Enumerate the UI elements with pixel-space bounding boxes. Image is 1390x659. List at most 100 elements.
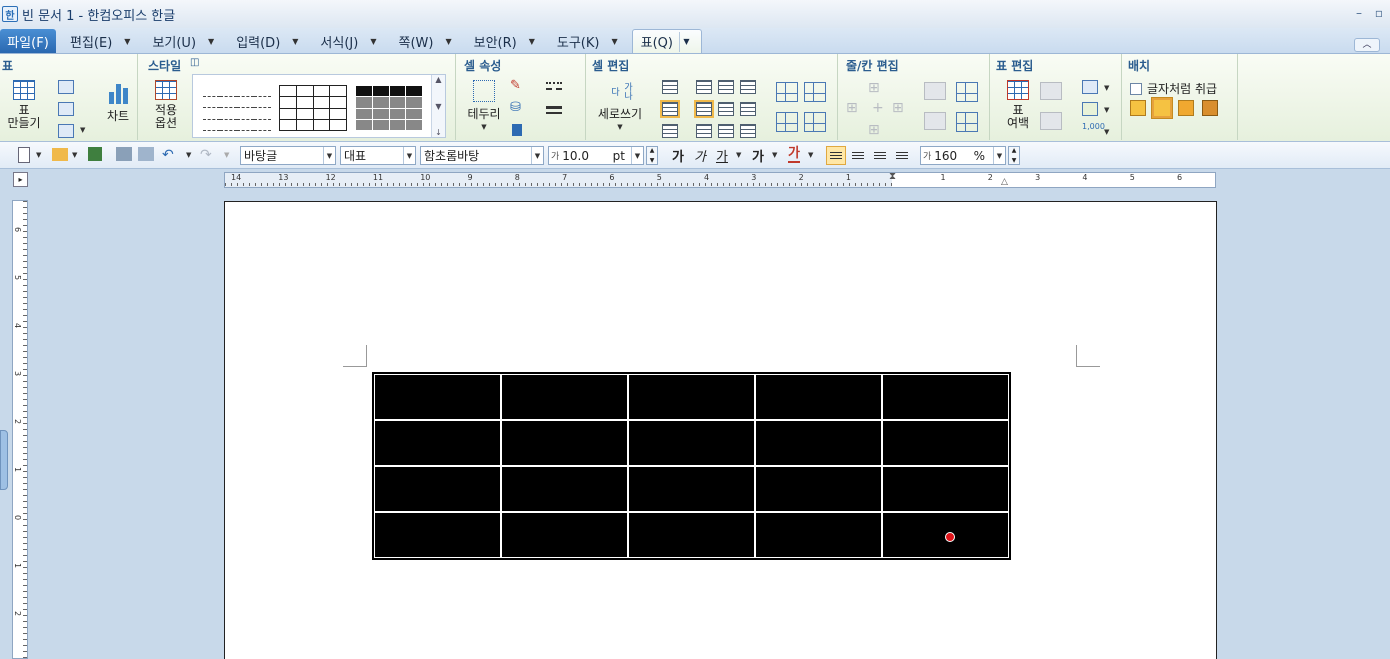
font-select[interactable]: 함초롬바탕 ▼ [420,146,544,165]
line-spacing-spinner[interactable]: ▲ ▼ [1008,146,1020,165]
split-cells-icon[interactable] [804,82,826,102]
menu-insert[interactable]: 입력(D) ▼ [222,29,306,53]
print-preview-icon[interactable] [138,147,154,161]
table-cell[interactable] [628,374,755,420]
wrap-tight-icon[interactable] [1151,97,1173,119]
ruler-tab-selector[interactable]: ▸ [13,172,28,187]
fill-bucket-icon[interactable]: ⛁ [510,100,521,115]
undo-icon[interactable]: ↶ [162,147,174,163]
align-left-icon[interactable] [852,150,864,161]
align-bottom-center-icon[interactable] [718,124,734,138]
table-cell[interactable] [882,420,1009,466]
calc-icon[interactable] [1082,102,1098,116]
table-cell[interactable] [755,466,882,512]
align-bottom-right-icon[interactable] [740,124,756,138]
minimize-icon[interactable]: – [1352,6,1366,20]
border-button[interactable]: 테두리 ▼ [464,80,504,134]
chevron-down-icon[interactable]: ▼ [736,151,741,159]
wrap-front-icon[interactable] [1202,100,1218,116]
split-table-icon[interactable] [956,82,978,102]
horizontal-ruler[interactable]: 14 13 12 11 10 9 8 7 6 5 4 3 2 1 1 2 3 4 5 6 ⧗ △ [224,171,1216,188]
table-cell[interactable] [755,374,882,420]
style-preview-dark[interactable] [355,84,423,132]
dialog-launcher-icon[interactable]: ◫ [190,57,199,68]
menu-file[interactable]: 파일(F) [0,29,56,53]
menu-format[interactable]: 서식(J) ▼ [306,29,384,53]
vertical-ruler[interactable]: 6 5 4 3 2 1 0 1 2 [12,200,28,659]
chevron-down-icon[interactable]: ▼ [435,102,441,111]
table-cell[interactable] [501,466,628,512]
table-cell[interactable] [755,420,882,466]
chevron-down-icon[interactable]: ▼ [808,151,813,159]
gallery-scrollbar[interactable]: ▲ ▼ ↓ [431,75,445,137]
wrap-square-icon[interactable] [1130,100,1146,116]
new-document-icon[interactable] [18,147,30,163]
table-cell[interactable] [374,512,501,558]
equal-height-icon[interactable] [776,112,798,132]
cell-shade-icon[interactable] [512,124,522,136]
ribbon-collapse-button[interactable]: ︿ [1354,38,1380,52]
menu-tools[interactable]: 도구(K) ▼ [543,29,626,53]
chevron-up-icon[interactable]: ▲ [650,147,655,154]
chart-button[interactable]: 차트 [100,82,136,123]
language-select[interactable]: 대표 ▼ [340,146,416,165]
font-size-spinner[interactable]: ▲ ▼ [646,146,658,165]
justify-button[interactable] [826,146,846,165]
print-icon[interactable] [116,147,132,161]
underline-button[interactable]: 가 [716,146,728,165]
align-top-center-icon[interactable] [718,80,734,94]
chevron-down-icon[interactable]: ▼ [80,126,85,134]
chevron-up-icon[interactable]: ▲ [435,75,441,84]
chevron-down-icon[interactable]: ▼ [1104,106,1109,114]
table-cell[interactable] [374,374,501,420]
line-style-icon[interactable] [546,82,562,90]
document-table[interactable] [372,372,1011,560]
number-format-icon[interactable]: 1,000 [1082,122,1105,131]
apply-options-button[interactable]: 적용 옵션 [148,80,184,130]
align-center-icon[interactable] [874,150,886,161]
line-width-icon[interactable] [546,106,562,114]
document-page[interactable] [224,201,1217,659]
merge-cells-icon[interactable] [776,82,798,102]
table-cell[interactable] [882,374,1009,420]
table-margin-button[interactable]: 표 여백 [998,80,1038,130]
chevron-down-icon[interactable]: ▼ [678,31,693,52]
table-cell[interactable] [374,466,501,512]
chevron-down-icon[interactable]: ▼ [1104,128,1109,136]
style-select[interactable]: 바탕글 ▼ [240,146,336,165]
align-top-icon[interactable] [662,80,678,94]
italic-button[interactable]: 가 [694,146,706,165]
chevron-down-icon[interactable]: ▼ [650,157,655,164]
chevron-down-icon[interactable]: ▼ [1012,157,1017,164]
align-middle-icon[interactable] [660,100,680,118]
side-panel-handle[interactable] [0,430,8,490]
menu-page[interactable]: 쪽(W) ▼ [384,29,459,53]
table-cell[interactable] [374,420,501,466]
wrap-behind-icon[interactable] [1178,100,1194,116]
align-middle-left-icon[interactable] [694,100,714,118]
table-style-gallery[interactable]: ▲ ▼ ↓ [192,74,446,138]
table-cell[interactable] [501,420,628,466]
vertical-writing-button[interactable]: 가나다 세로쓰기 ▼ [594,78,646,134]
align-right-icon[interactable] [896,150,908,161]
table-cell[interactable] [628,420,755,466]
strike-button[interactable]: 가 [752,146,764,165]
table-cursor-icon[interactable] [58,124,74,138]
eraser-icon[interactable] [58,102,74,116]
menu-view[interactable]: 보기(U) ▼ [138,29,222,53]
chevron-down-icon[interactable]: ▼ [1104,84,1109,92]
treat-as-char-checkbox[interactable]: 글자처럼 취급 [1130,80,1217,97]
style-preview-dashed[interactable] [203,85,271,132]
align-bottom-icon[interactable] [662,124,678,138]
table-cell[interactable] [755,512,882,558]
chevron-down-icon[interactable]: ▼ [36,151,41,159]
expand-icon[interactable]: ↓ [435,128,442,137]
align-top-left-icon[interactable] [696,80,712,94]
align-top-right-icon[interactable] [740,80,756,94]
align-middle-center-icon[interactable] [718,102,734,116]
line-spacing-input[interactable]: 가 160% ▼ [920,146,1006,165]
style-preview-grid[interactable] [279,84,347,132]
pencil-table-icon[interactable] [58,80,74,94]
chevron-down-icon[interactable]: ▼ [772,151,777,159]
make-table-button[interactable]: 표 만들기 [4,80,44,130]
